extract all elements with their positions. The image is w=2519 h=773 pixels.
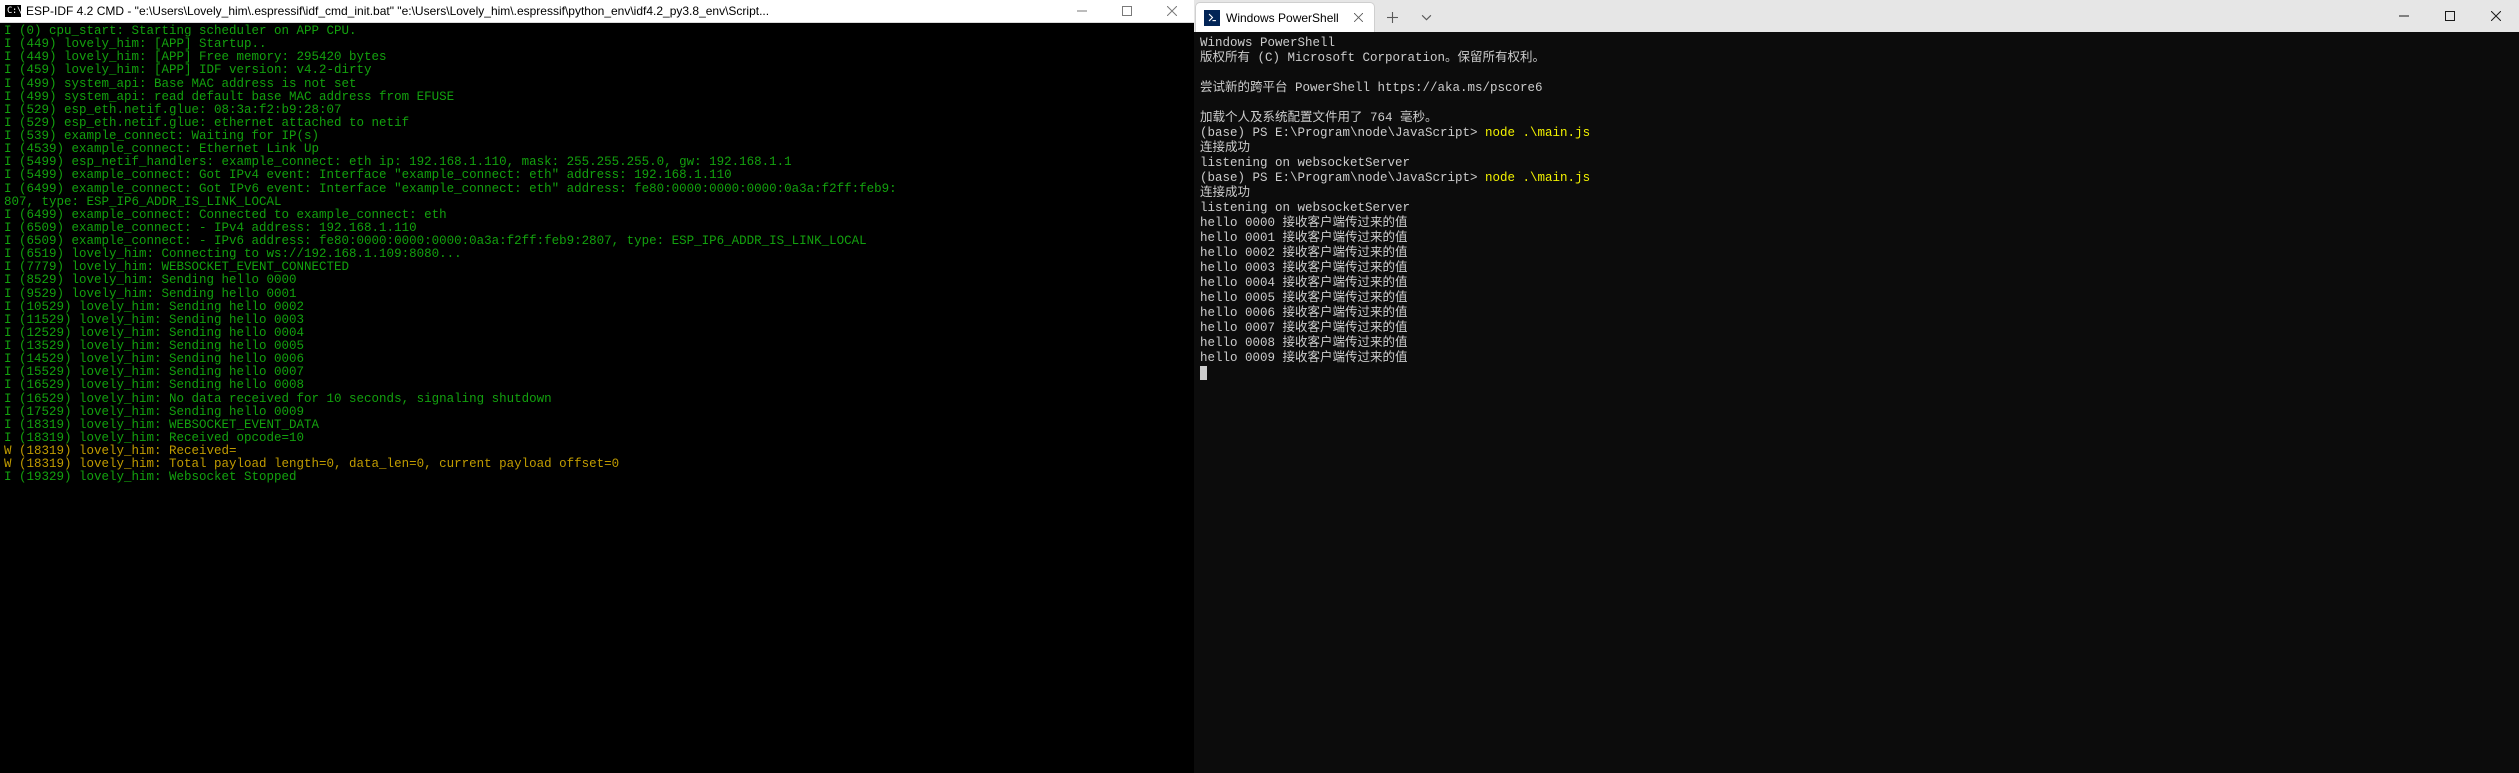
output-line: hello 0008 接收客户端传过来的值 [1200, 336, 2513, 351]
log-line: I (5499) example_connect: Got IPv4 event… [4, 169, 1192, 182]
output-line: hello 0003 接收客户端传过来的值 [1200, 261, 2513, 276]
close-button[interactable] [1149, 0, 1194, 23]
output-line: hello 0006 接收客户端传过来的值 [1200, 306, 2513, 321]
log-line: I (6499) example_connect: Connected to e… [4, 209, 1192, 222]
cmd-window-icon: C:\. [0, 0, 26, 23]
log-line: I (499) system_api: read default base MA… [4, 91, 1192, 104]
powershell-window: Windows PowerShell Windows PowerShell版权所… [1194, 0, 2519, 773]
log-line: I (18319) lovely_him: WEBSOCKET_EVENT_DA… [4, 419, 1192, 432]
output-line: hello 0002 接收客户端传过来的值 [1200, 246, 2513, 261]
output-line: listening on websocketServer [1200, 156, 2513, 171]
output-line: hello 0001 接收客户端传过来的值 [1200, 231, 2513, 246]
log-line: I (9529) lovely_him: Sending hello 0001 [4, 288, 1192, 301]
output-line: hello 0005 接收客户端传过来的值 [1200, 291, 2513, 306]
powershell-terminal-output[interactable]: Windows PowerShell版权所有 (C) Microsoft Cor… [1194, 32, 2519, 773]
log-line: I (16529) lovely_him: No data received f… [4, 393, 1192, 406]
output-line: hello 0004 接收客户端传过来的值 [1200, 276, 2513, 291]
output-line: 加载个人及系统配置文件用了 764 毫秒。 [1200, 111, 2513, 126]
output-line: 版权所有 (C) Microsoft Corporation。保留所有权利。 [1200, 51, 2513, 66]
esp-idf-cmd-window: C:\. ESP-IDF 4.2 CMD - "e:\Users\Lovely_… [0, 0, 1194, 773]
cursor [1200, 366, 1207, 380]
log-line: 807, type: ESP_IP6_ADDR_IS_LINK_LOCAL [4, 196, 1192, 209]
output-line: hello 0009 接收客户端传过来的值 [1200, 351, 2513, 366]
output-line [1200, 96, 2513, 111]
log-line: I (17529) lovely_him: Sending hello 0009 [4, 406, 1192, 419]
cmd-terminal-output[interactable]: I (0) cpu_start: Starting scheduler on A… [0, 23, 1194, 773]
log-line: I (499) system_api: Base MAC address is … [4, 78, 1192, 91]
cmd-titlebar[interactable]: C:\. ESP-IDF 4.2 CMD - "e:\Users\Lovely_… [0, 0, 1194, 23]
output-line: listening on websocketServer [1200, 201, 2513, 216]
tab-dropdown-button[interactable] [1409, 2, 1443, 32]
command-text: node .\main.js [1485, 171, 1590, 185]
output-line: 尝试新的跨平台 PowerShell https://aka.ms/pscore… [1200, 81, 2513, 96]
cmd-icon: C:\. [5, 5, 21, 17]
cmd-window-controls [1059, 0, 1194, 23]
output-line: hello 0007 接收客户端传过来的值 [1200, 321, 2513, 336]
output-line: hello 0000 接收客户端传过来的值 [1200, 216, 2513, 231]
log-line: I (459) lovely_him: [APP] IDF version: v… [4, 64, 1192, 77]
tab-close-button[interactable] [1350, 10, 1366, 26]
terminal-window-controls [2381, 0, 2519, 32]
new-tab-button[interactable] [1375, 2, 1409, 32]
close-button[interactable] [2473, 0, 2519, 32]
cursor-line [1200, 366, 2513, 381]
prompt-line: (base) PS E:\Program\node\JavaScript> no… [1200, 126, 2513, 141]
cmd-title-text: ESP-IDF 4.2 CMD - "e:\Users\Lovely_him\.… [26, 4, 1059, 18]
prompt-line: (base) PS E:\Program\node\JavaScript> no… [1200, 171, 2513, 186]
output-line: 连接成功 [1200, 141, 2513, 156]
powershell-icon [1204, 10, 1220, 26]
maximize-button[interactable] [2427, 0, 2473, 32]
log-line: I (16529) lovely_him: Sending hello 0008 [4, 379, 1192, 392]
tab-title: Windows PowerShell [1226, 11, 1344, 25]
log-line: I (6499) example_connect: Got IPv6 event… [4, 183, 1192, 196]
output-line: Windows PowerShell [1200, 36, 2513, 51]
minimize-button[interactable] [2381, 0, 2427, 32]
log-line: I (8529) lovely_him: Sending hello 0000 [4, 274, 1192, 287]
log-line: I (529) esp_eth.netif.glue: 08:3a:f2:b9:… [4, 104, 1192, 117]
tab-powershell[interactable]: Windows PowerShell [1195, 2, 1375, 32]
prompt-text: (base) PS E:\Program\node\JavaScript> [1200, 126, 1485, 140]
output-line: 连接成功 [1200, 186, 2513, 201]
prompt-text: (base) PS E:\Program\node\JavaScript> [1200, 171, 1485, 185]
log-line: I (10529) lovely_him: Sending hello 0002 [4, 301, 1192, 314]
output-line [1200, 66, 2513, 81]
terminal-titlebar[interactable]: Windows PowerShell [1194, 0, 2519, 32]
maximize-button[interactable] [1104, 0, 1149, 23]
minimize-button[interactable] [1059, 0, 1104, 23]
log-line: I (11529) lovely_him: Sending hello 0003 [4, 314, 1192, 327]
command-text: node .\main.js [1485, 126, 1590, 140]
log-line: I (19329) lovely_him: Websocket Stopped [4, 471, 1192, 484]
